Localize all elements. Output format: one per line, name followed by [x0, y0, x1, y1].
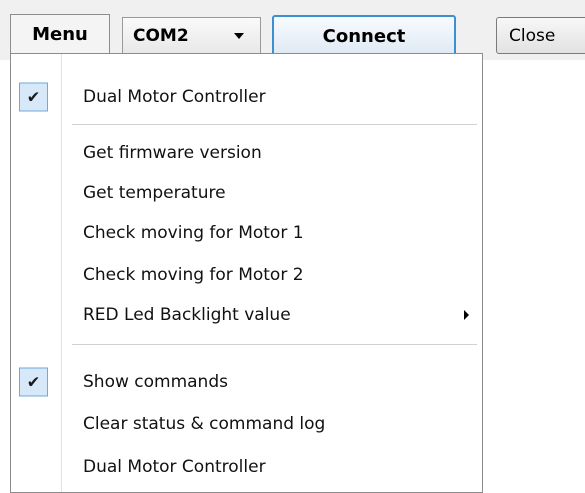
- menu-item-dual-motor-controller[interactable]: ✔ Dual Motor Controller: [12, 78, 481, 115]
- port-select-value: COM2: [133, 25, 189, 46]
- port-select[interactable]: COM2: [122, 17, 261, 54]
- menu-item-label: Get temperature: [83, 182, 226, 203]
- toolbar: Menu COM2 Connect Close: [0, 0, 585, 60]
- checkmark-icon: ✔: [19, 367, 48, 396]
- menu-item-red-led-backlight-value[interactable]: RED Led Backlight value: [12, 296, 481, 333]
- close-button[interactable]: Close: [496, 17, 585, 54]
- menu-separator: [72, 344, 477, 345]
- menu-item-label: Check moving for Motor 2: [83, 264, 304, 285]
- menu-item-check-moving-motor-2[interactable]: Check moving for Motor 2: [12, 256, 481, 293]
- menu-item-dual-motor-controller-2[interactable]: Dual Motor Controller: [12, 448, 481, 485]
- menu-item-get-temperature[interactable]: Get temperature: [12, 174, 481, 211]
- checkmark-icon: ✔: [19, 82, 48, 111]
- menu-item-label: RED Led Backlight value: [83, 304, 291, 325]
- menu-item-show-commands[interactable]: ✔ Show commands: [12, 363, 481, 400]
- menu-item-label: Dual Motor Controller: [83, 456, 266, 477]
- menu-dropdown: ✔ Dual Motor Controller Get firmware ver…: [10, 53, 483, 493]
- connect-button[interactable]: Connect: [272, 15, 456, 57]
- menu-item-label: Show commands: [83, 371, 228, 392]
- menu-item-label: Dual Motor Controller: [83, 86, 266, 107]
- menu-item-label: Check moving for Motor 1: [83, 222, 304, 243]
- submenu-arrow-icon: [464, 309, 469, 320]
- menu-separator: [72, 124, 477, 125]
- chevron-down-icon: [234, 33, 244, 39]
- menu-item-label: Clear status & command log: [83, 413, 326, 434]
- menu-item-get-firmware-version[interactable]: Get firmware version: [12, 134, 481, 171]
- menu-item-clear-status-command-log[interactable]: Clear status & command log: [12, 405, 481, 442]
- menu-item-label: Get firmware version: [83, 142, 262, 163]
- menu-button[interactable]: Menu: [10, 14, 110, 54]
- menu-item-check-moving-motor-1[interactable]: Check moving for Motor 1: [12, 214, 481, 251]
